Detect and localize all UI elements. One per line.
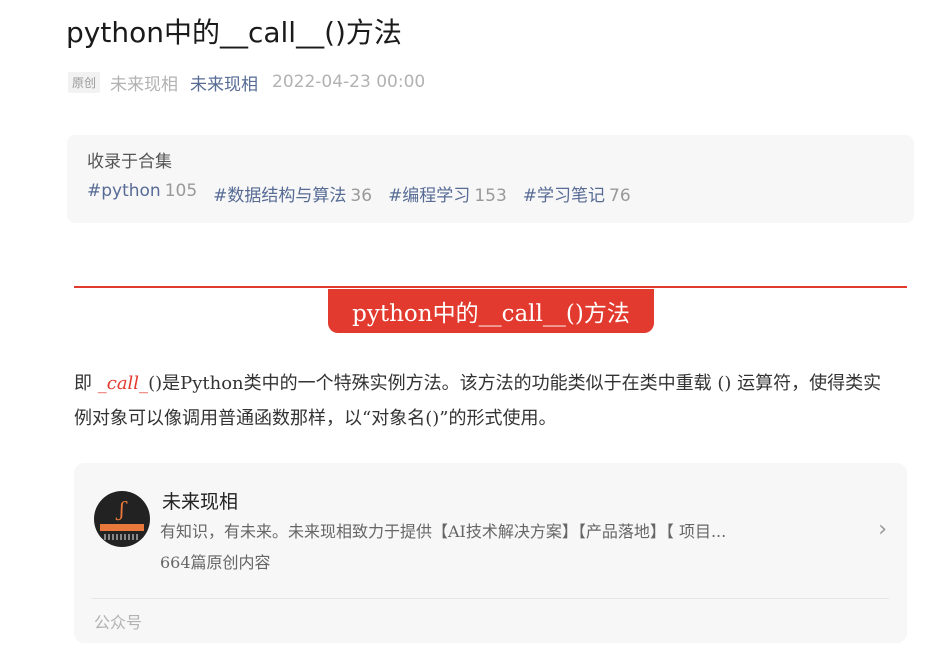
section-heading-box: python中的__call__()方法 (328, 289, 654, 333)
album-tag[interactable]: #编程学习 153 (388, 181, 507, 206)
profile-name: 未来现相 (162, 491, 239, 513)
profile-article-count: 664篇原创内容 (160, 553, 271, 572)
tag-count: 36 (350, 186, 373, 206)
card-divider (92, 598, 889, 599)
title-part-2: call (247, 16, 297, 49)
tag-name: #学习笔记 (522, 186, 606, 206)
profile-card[interactable]: ʃ 未来现相 有知识，有未来。未来现相致力于提供【AI技术解决方案】【产品落地】… (74, 463, 907, 643)
title-part-1: python中的__ (66, 16, 248, 49)
tag-name: #数据结构与算法 (213, 186, 347, 206)
tag-count: 105 (164, 181, 198, 201)
album-title: 收录于合集 (87, 152, 172, 172)
tag-name: #编程学习 (388, 186, 471, 206)
paragraph-text: ()是Python类中的一个特殊实例方法。该方法的功能类似于在类中重载 () 运… (74, 373, 882, 429)
logo-icon: ʃ (94, 491, 150, 547)
paragraph-prefix: 即 (74, 373, 98, 394)
body-paragraph: 即 _call_()是Python类中的一个特殊实例方法。该方法的功能类似于在类… (74, 366, 884, 436)
section-divider (74, 286, 907, 288)
article-title: python中的__call__()方法 (66, 12, 402, 54)
tag-name: #python (87, 181, 161, 201)
tag-count: 76 (609, 186, 631, 206)
tag-count: 153 (474, 186, 507, 206)
title-part-3: __()方法 (296, 16, 402, 49)
article-meta: 原创 未来现相 未来现相 2022-04-23 00:00 (68, 68, 425, 96)
album-box: 收录于合集 #python 105 #数据结构与算法 36 #编程学习 153 #学习… (67, 135, 914, 223)
profile-description: 有知识，有未来。未来现相致力于提供【AI技术解决方案】【产品落地】【 项目... (160, 522, 727, 541)
album-tag[interactable]: #python 105 (87, 181, 197, 206)
album-tag[interactable]: #学习笔记 76 (523, 181, 631, 206)
album-tag[interactable]: #数据结构与算法 36 (213, 181, 372, 206)
call-method-name: _call_ (97, 373, 149, 394)
account-link[interactable]: 未来现相 (190, 70, 258, 95)
chevron-right-icon[interactable]: › (878, 517, 887, 542)
publish-date: 2022-04-23 00:00 (272, 72, 426, 92)
profile-footer: 公众号 (94, 613, 143, 632)
original-badge: 原创 (68, 71, 101, 93)
author-name: 未来现相 (110, 74, 179, 95)
album-tags: #python 105 #数据结构与算法 36 #编程学习 153 #学习笔记 76 (87, 181, 647, 206)
section-heading: python中的__call__()方法 (352, 301, 630, 327)
